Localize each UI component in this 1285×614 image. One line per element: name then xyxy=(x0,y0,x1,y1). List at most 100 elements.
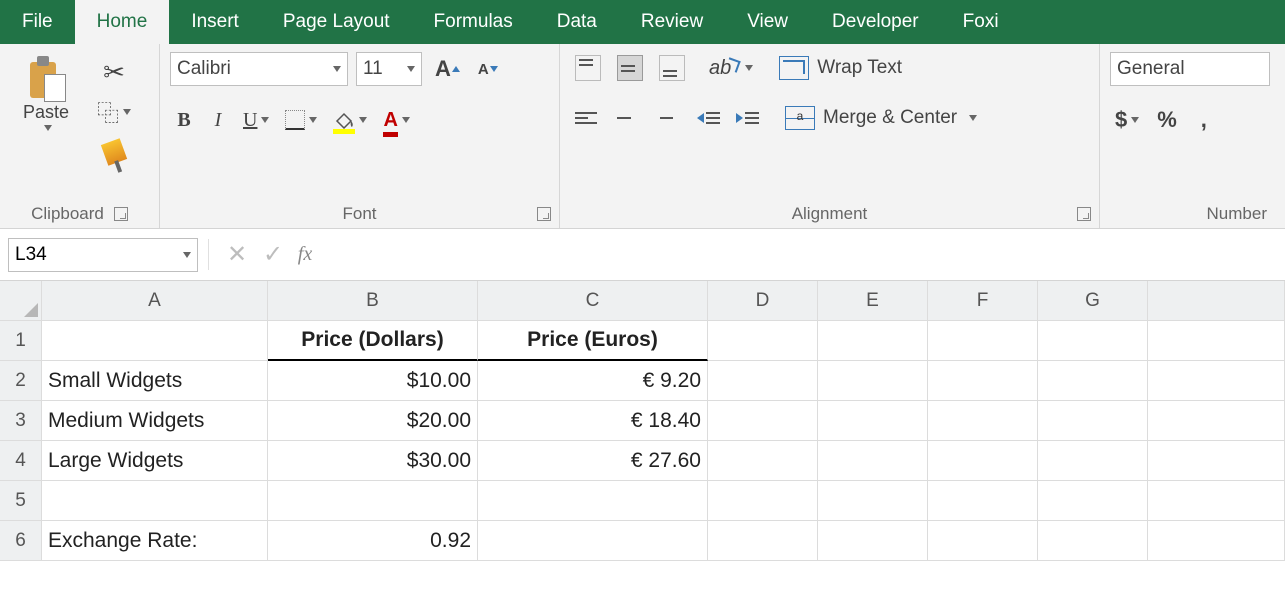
row-header-6[interactable]: 6 xyxy=(0,521,42,561)
cell-blank4[interactable] xyxy=(1148,441,1285,481)
formula-cancel-button[interactable]: ✕ xyxy=(219,240,255,269)
cell-e3[interactable] xyxy=(818,401,928,441)
cell-c1[interactable]: Price (Euros) xyxy=(478,321,708,361)
cell-b2[interactable]: $10.00 xyxy=(268,361,478,401)
formula-input[interactable] xyxy=(319,229,1285,280)
cell-f2[interactable] xyxy=(928,361,1038,401)
paste-button[interactable]: Paste xyxy=(10,52,82,131)
cell-a6[interactable]: Exchange Rate: xyxy=(42,521,268,561)
clipboard-dialog-launcher[interactable] xyxy=(114,207,128,221)
increase-font-size-button[interactable]: A xyxy=(430,53,465,85)
merge-center-button[interactable]: Merge & Center xyxy=(778,102,984,134)
underline-button[interactable]: U xyxy=(238,104,274,136)
col-header-d[interactable]: D xyxy=(708,281,818,321)
cell-d3[interactable] xyxy=(708,401,818,441)
align-center-button[interactable] xyxy=(608,102,640,134)
cell-f1[interactable] xyxy=(928,321,1038,361)
decrease-indent-button[interactable] xyxy=(692,102,725,134)
alignment-dialog-launcher[interactable] xyxy=(1077,207,1091,221)
cell-blank2[interactable] xyxy=(1148,361,1285,401)
name-box[interactable]: L34 xyxy=(8,238,198,272)
cell-g2[interactable] xyxy=(1038,361,1148,401)
cell-e5[interactable] xyxy=(818,481,928,521)
row-header-3[interactable]: 3 xyxy=(0,401,42,441)
tab-foxit[interactable]: Foxi xyxy=(941,0,1021,44)
insert-function-button[interactable]: fx xyxy=(291,239,319,271)
tab-view[interactable]: View xyxy=(725,0,810,44)
cell-f6[interactable] xyxy=(928,521,1038,561)
cell-d6[interactable] xyxy=(708,521,818,561)
cell-a1[interactable] xyxy=(42,321,268,361)
borders-button[interactable] xyxy=(280,104,322,136)
accounting-format-button[interactable]: $ xyxy=(1110,104,1144,136)
percent-format-button[interactable]: % xyxy=(1152,104,1182,136)
cell-e6[interactable] xyxy=(818,521,928,561)
cell-e4[interactable] xyxy=(818,441,928,481)
cut-button[interactable]: ✂ xyxy=(92,56,136,88)
align-right-button[interactable] xyxy=(646,102,678,134)
number-format-combo[interactable]: General xyxy=(1110,52,1270,86)
cell-d4[interactable] xyxy=(708,441,818,481)
cell-b6[interactable]: 0.92 xyxy=(268,521,478,561)
tab-data[interactable]: Data xyxy=(535,0,619,44)
tab-home[interactable]: Home xyxy=(75,0,170,44)
cell-e2[interactable] xyxy=(818,361,928,401)
cell-blank3[interactable] xyxy=(1148,401,1285,441)
bold-button[interactable]: B xyxy=(170,104,198,136)
row-header-2[interactable]: 2 xyxy=(0,361,42,401)
cell-blank1[interactable] xyxy=(1148,321,1285,361)
cell-d1[interactable] xyxy=(708,321,818,361)
align-bottom-button[interactable] xyxy=(654,52,690,84)
align-top-button[interactable] xyxy=(570,52,606,84)
tab-review[interactable]: Review xyxy=(619,0,725,44)
format-painter-button[interactable] xyxy=(92,136,136,168)
col-header-a[interactable]: A xyxy=(42,281,268,321)
tab-formulas[interactable]: Formulas xyxy=(412,0,535,44)
cell-blank5[interactable] xyxy=(1148,481,1285,521)
cell-c5[interactable] xyxy=(478,481,708,521)
cell-g1[interactable] xyxy=(1038,321,1148,361)
fill-color-button[interactable] xyxy=(328,104,372,136)
cell-c6[interactable] xyxy=(478,521,708,561)
comma-format-button[interactable]: , xyxy=(1190,104,1218,136)
row-header-4[interactable]: 4 xyxy=(0,441,42,481)
cell-a4[interactable]: Large Widgets xyxy=(42,441,268,481)
cell-c2[interactable]: € 9.20 xyxy=(478,361,708,401)
col-header-f[interactable]: F xyxy=(928,281,1038,321)
orientation-button[interactable]: ab xyxy=(704,52,758,84)
cell-e1[interactable] xyxy=(818,321,928,361)
font-name-combo[interactable]: Calibri xyxy=(170,52,348,86)
cell-b5[interactable] xyxy=(268,481,478,521)
cell-a2[interactable]: Small Widgets xyxy=(42,361,268,401)
cell-c3[interactable]: € 18.40 xyxy=(478,401,708,441)
cell-b3[interactable]: $20.00 xyxy=(268,401,478,441)
cell-a3[interactable]: Medium Widgets xyxy=(42,401,268,441)
cell-g4[interactable] xyxy=(1038,441,1148,481)
col-header-c[interactable]: C xyxy=(478,281,708,321)
cell-a5[interactable] xyxy=(42,481,268,521)
align-left-button[interactable] xyxy=(570,102,602,134)
font-dialog-launcher[interactable] xyxy=(537,207,551,221)
increase-indent-button[interactable] xyxy=(731,102,764,134)
align-middle-button[interactable] xyxy=(612,52,648,84)
cell-d2[interactable] xyxy=(708,361,818,401)
tab-developer[interactable]: Developer xyxy=(810,0,941,44)
font-size-combo[interactable]: 11 xyxy=(356,52,422,86)
formula-enter-button[interactable]: ✓ xyxy=(255,240,291,269)
font-color-button[interactable]: A xyxy=(378,104,414,136)
cell-g3[interactable] xyxy=(1038,401,1148,441)
cell-b4[interactable]: $30.00 xyxy=(268,441,478,481)
tab-insert[interactable]: Insert xyxy=(169,0,261,44)
col-header-blank[interactable] xyxy=(1148,281,1285,321)
cell-f4[interactable] xyxy=(928,441,1038,481)
row-header-1[interactable]: 1 xyxy=(0,321,42,361)
cell-f3[interactable] xyxy=(928,401,1038,441)
col-header-g[interactable]: G xyxy=(1038,281,1148,321)
tab-page-layout[interactable]: Page Layout xyxy=(261,0,412,44)
row-header-5[interactable]: 5 xyxy=(0,481,42,521)
cell-f5[interactable] xyxy=(928,481,1038,521)
col-header-e[interactable]: E xyxy=(818,281,928,321)
cell-d5[interactable] xyxy=(708,481,818,521)
cell-g5[interactable] xyxy=(1038,481,1148,521)
wrap-text-button[interactable]: Wrap Text xyxy=(772,52,909,84)
